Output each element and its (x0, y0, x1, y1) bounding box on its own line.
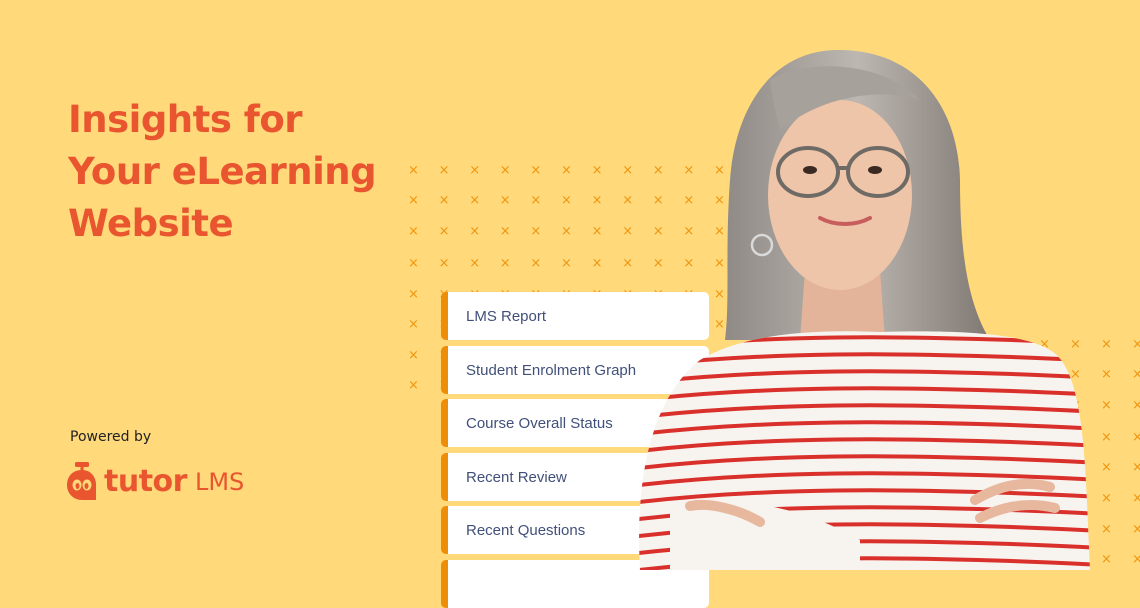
tutor-lms-logo: tutor LMS (66, 462, 244, 502)
cross-mark: × (561, 163, 572, 178)
report-item-label: Student Enrolment Graph (466, 361, 637, 379)
cross-mark: × (469, 224, 481, 239)
cross-mark: × (408, 224, 419, 239)
cross-mark: × (561, 256, 572, 271)
cross-mark: × (530, 163, 542, 178)
cross-mark: × (408, 348, 419, 363)
cross-mark: × (408, 163, 419, 178)
cross-mark: × (591, 224, 603, 239)
report-item-label: Recent Questions (466, 521, 586, 539)
cross-mark: × (408, 193, 419, 208)
tutor-owl-icon (67, 462, 96, 500)
cross-mark: × (438, 193, 450, 208)
cross-mark: × (408, 378, 419, 393)
cross-mark: × (499, 163, 511, 178)
cross-mark: × (499, 256, 511, 271)
cross-mark: × (408, 287, 419, 302)
report-item-label: Recent Review (466, 468, 567, 486)
cross-mark: × (561, 224, 572, 239)
cross-mark: × (469, 256, 481, 271)
cross-mark: × (530, 224, 542, 239)
cross-mark: × (438, 163, 450, 178)
logo-word: tutor (104, 464, 187, 499)
cross-mark: × (561, 193, 572, 208)
report-item-label: Course Overall Status (466, 414, 613, 432)
cross-mark: × (408, 317, 419, 332)
cross-mark: × (438, 224, 450, 239)
report-item-label: LMS Report (466, 307, 547, 325)
logo-suffix: LMS (194, 468, 245, 496)
cross-mark: × (530, 256, 542, 271)
cross-mark: × (530, 193, 542, 208)
cross-mark: × (438, 256, 450, 271)
headline-line-3: Website (68, 202, 234, 245)
cross-mark: × (469, 163, 481, 178)
woman-photo (639, 49, 1091, 570)
cross-mark: × (591, 193, 603, 208)
headline-line-2: Your eLearning (68, 150, 377, 193)
cross-mark: × (591, 163, 603, 178)
cross-mark: × (408, 256, 419, 271)
headline: Insights for Your eLearning Website (68, 94, 408, 250)
cross-mark: × (499, 224, 511, 239)
headline-line-1: Insights for (68, 98, 303, 141)
powered-by-label: Powered by (70, 429, 152, 445)
cross-mark: × (469, 193, 481, 208)
cross-mark: × (499, 193, 511, 208)
cross-mark: × (591, 256, 603, 271)
